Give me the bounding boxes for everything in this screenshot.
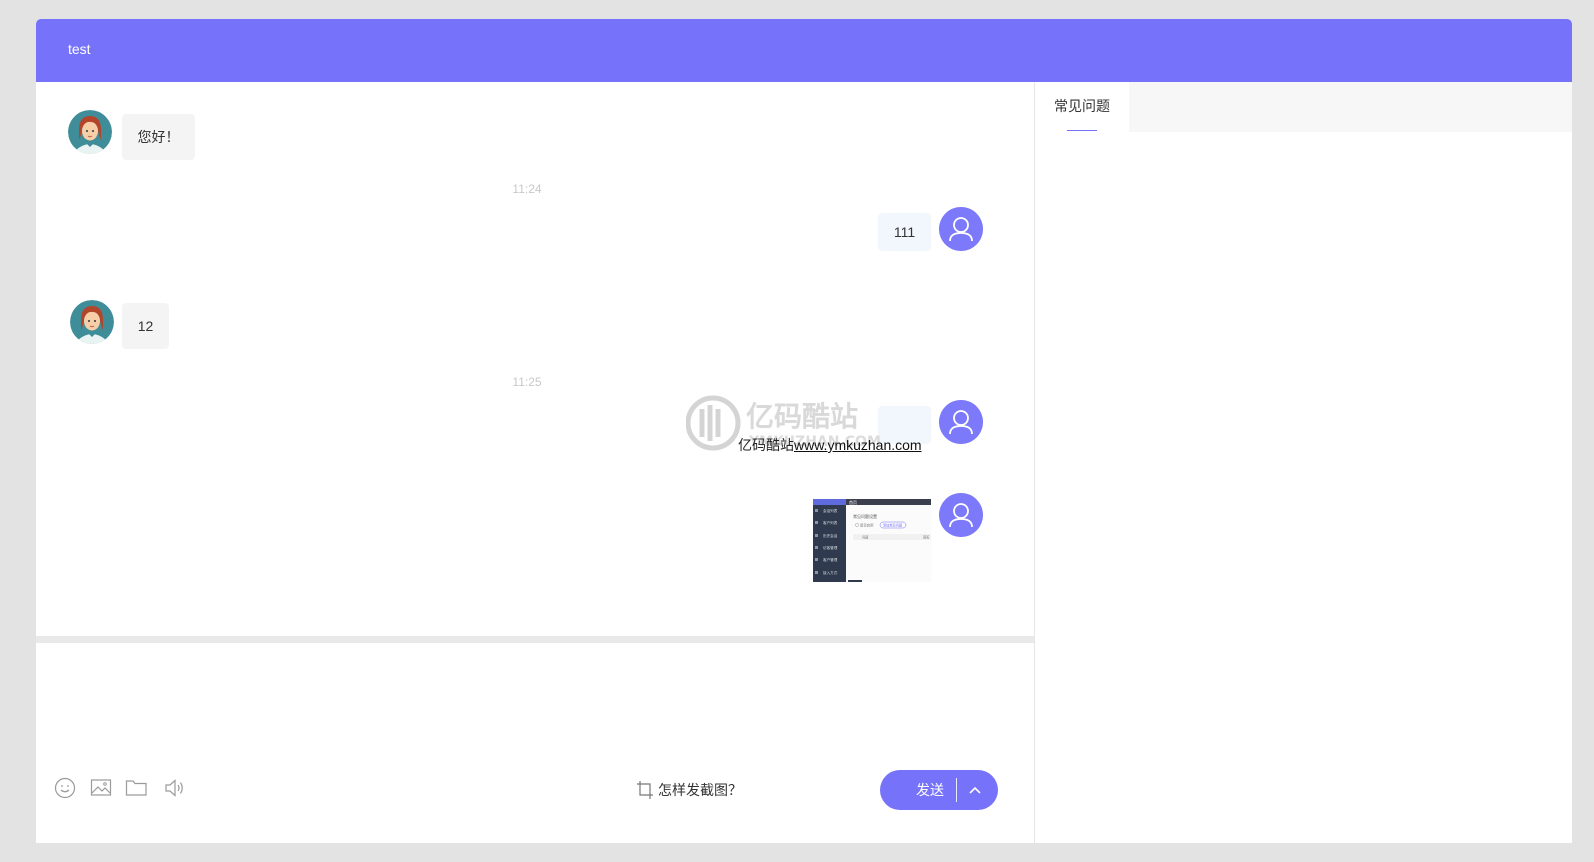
crop-icon	[637, 781, 653, 799]
message-link-text: 亿码酷站www.ymkuzhan.com	[738, 435, 922, 455]
message-bubble: 12	[122, 303, 169, 349]
image-message-thumbnail[interactable]: 首页 会话列表 客户列表 历史会话 访客管理 客户管理 接入方式 常见问题设置 …	[813, 499, 931, 582]
image-icon[interactable]	[90, 777, 114, 799]
chat-header: test	[36, 19, 1572, 82]
thumb-button: 添加常见问题	[883, 523, 903, 528]
tab-active-indicator	[1067, 130, 1097, 131]
emoji-icon[interactable]	[54, 777, 78, 799]
message-time: 11:25	[512, 375, 542, 389]
agent-avatar	[70, 300, 114, 344]
user-avatar-icon	[939, 207, 983, 251]
link-prefix: 亿码酷站	[738, 437, 794, 453]
agent-avatar	[68, 110, 112, 154]
message-bubble: 您好！	[122, 114, 195, 160]
send-separator	[956, 778, 957, 802]
tab-faq-label: 常见问题	[1054, 98, 1110, 114]
screenshot-help-label: 怎样发截图？	[658, 782, 742, 798]
tab-faq[interactable]: 常见问题	[1035, 82, 1129, 132]
message-bubble: 111	[878, 213, 931, 251]
send-button[interactable]: 发送	[904, 770, 956, 810]
thumb-menu-item: 客户列表	[823, 520, 838, 525]
panel-divider	[1034, 82, 1035, 843]
chat-title: test	[68, 41, 91, 57]
chevron-up-icon[interactable]	[964, 782, 986, 798]
input-divider	[36, 636, 1034, 643]
user-avatar-icon	[939, 400, 983, 444]
thumb-heading: 常见问题设置	[853, 513, 877, 519]
screenshot-help[interactable]: 怎样发截图？	[636, 780, 742, 800]
thumb-menu-item: 接入方式	[823, 570, 838, 575]
folder-icon[interactable]	[125, 777, 149, 799]
faq-tab-bar: 常见问题	[1035, 82, 1572, 132]
thumb-menu-item: 历史会话	[823, 533, 838, 538]
message-link[interactable]: www.ymkuzhan.com	[794, 437, 922, 453]
message-time: 11:24	[512, 182, 542, 196]
message-input[interactable]	[36, 643, 1034, 843]
thumb-column: 问题	[862, 535, 869, 540]
thumb-menu-item: 客户管理	[823, 557, 838, 562]
chat-window: test 您好！ 11:24 111 12 11:25 亿码酷站 YMKUZHA…	[36, 19, 1572, 843]
voice-icon[interactable]	[163, 777, 187, 799]
thumb-column: 回答	[923, 535, 930, 540]
thumb-menu-item: 会话列表	[823, 508, 838, 513]
user-avatar-icon	[939, 493, 983, 537]
send-button-group: 发送	[880, 770, 998, 810]
thumb-menu-item: 访客管理	[823, 545, 838, 550]
watermark-cn: 亿码酷站	[746, 400, 858, 433]
thumb-tab: 首页	[849, 499, 857, 505]
thumb-checkbox-label: 是否启用	[860, 523, 874, 528]
